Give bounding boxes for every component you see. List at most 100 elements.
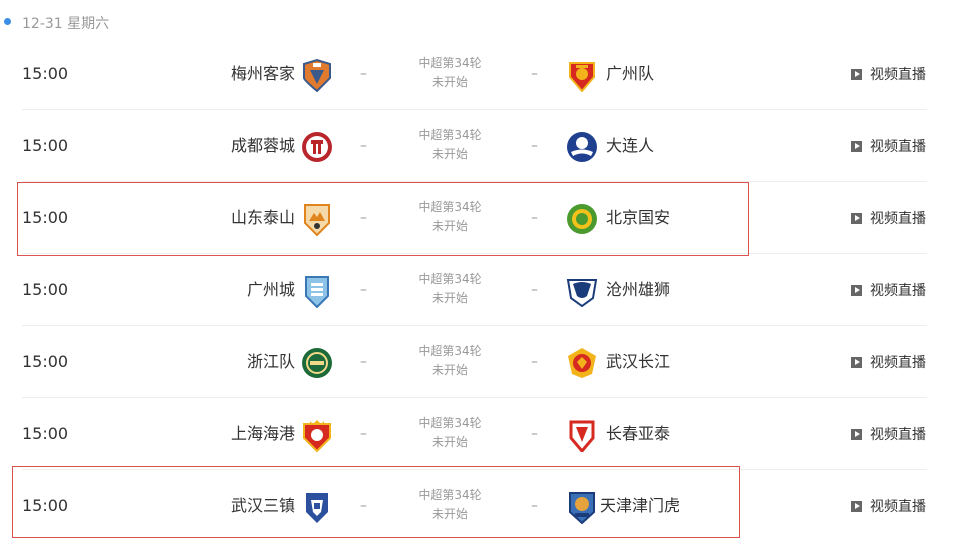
score-separator-right: – [531, 210, 538, 226]
meizhou-hakka-crest-icon[interactable] [300, 58, 334, 92]
home-team-name[interactable]: 浙江队 [247, 326, 295, 398]
score-separator-left: – [360, 210, 367, 226]
away-team-name[interactable]: 大连人 [606, 110, 654, 182]
score-separator-right: – [531, 66, 538, 82]
play-icon [851, 356, 862, 368]
play-icon [851, 68, 862, 80]
shanghai-port-crest-icon[interactable] [300, 418, 334, 452]
away-team-name[interactable]: 长春亚泰 [606, 398, 670, 470]
match-round: 中超第34轮 [418, 488, 482, 502]
play-icon [851, 428, 862, 440]
tianjin-jinmen-tiger-crest-icon[interactable] [565, 490, 599, 524]
score-separator-right: – [531, 354, 538, 370]
match-time: 15:00 [22, 280, 69, 299]
play-icon [851, 500, 862, 512]
score-separator-left: – [360, 426, 367, 442]
score-separator-right: – [531, 282, 538, 298]
match-info: 中超第34轮 未开始 [400, 126, 500, 164]
date-bullet-icon [4, 18, 11, 25]
score-separator-right: – [531, 498, 538, 514]
match-status: 未开始 [431, 507, 468, 521]
match-time: 15:00 [22, 208, 69, 227]
match-info: 中超第34轮 未开始 [400, 486, 500, 524]
home-team-name[interactable]: 山东泰山 [231, 182, 295, 254]
away-team-name[interactable]: 天津津门虎 [600, 470, 680, 542]
date-header: 12-31 星期六 [0, 8, 955, 36]
match-row: 15:00 武汉三镇 – 中超第34轮 未开始 – 天津津门虎 视频直播 [0, 470, 955, 542]
home-team-name[interactable]: 广州城 [247, 254, 295, 326]
chengdu-rongcheng-crest-icon[interactable] [300, 130, 334, 164]
match-time: 15:00 [22, 424, 69, 443]
match-time: 15:00 [22, 64, 69, 83]
video-live-label: 视频直播 [870, 211, 926, 227]
match-info: 中超第34轮 未开始 [400, 270, 500, 308]
score-separator-left: – [360, 354, 367, 370]
match-status: 未开始 [431, 291, 468, 305]
guangzhou-city-crest-icon[interactable] [300, 274, 334, 308]
match-status: 未开始 [431, 75, 468, 89]
video-live-link[interactable]: 视频直播 [851, 110, 926, 182]
match-status: 未开始 [431, 363, 468, 377]
video-live-link[interactable]: 视频直播 [851, 254, 926, 326]
match-status: 未开始 [431, 435, 468, 449]
zhejiang-fc-crest-icon[interactable] [300, 346, 334, 380]
match-time: 15:00 [22, 496, 69, 515]
away-team-name[interactable]: 北京国安 [606, 182, 670, 254]
play-icon [851, 140, 862, 152]
match-row: 15:00 广州城 – 中超第34轮 未开始 – 沧州雄狮 视频直播 [0, 254, 955, 326]
match-row: 15:00 梅州客家 – 中超第34轮 未开始 – 广州队 视频直播 [0, 38, 955, 110]
match-info: 中超第34轮 未开始 [400, 54, 500, 92]
changchun-yatai-crest-icon[interactable] [565, 418, 599, 452]
score-separator-left: – [360, 282, 367, 298]
away-team-name[interactable]: 广州队 [606, 38, 654, 110]
play-icon [851, 284, 862, 296]
match-info: 中超第34轮 未开始 [400, 414, 500, 452]
away-team-name[interactable]: 沧州雄狮 [606, 254, 670, 326]
video-live-label: 视频直播 [870, 355, 926, 371]
match-round: 中超第34轮 [418, 56, 482, 70]
play-icon [851, 212, 862, 224]
guangzhou-fc-crest-icon[interactable] [565, 58, 599, 92]
score-separator-left: – [360, 66, 367, 82]
video-live-link[interactable]: 视频直播 [851, 470, 926, 542]
match-time: 15:00 [22, 352, 69, 371]
match-info: 中超第34轮 未开始 [400, 198, 500, 236]
match-round: 中超第34轮 [418, 200, 482, 214]
match-round: 中超第34轮 [418, 272, 482, 286]
match-list: 15:00 梅州客家 – 中超第34轮 未开始 – 广州队 视频直播 15:00… [0, 38, 955, 542]
match-round: 中超第34轮 [418, 344, 482, 358]
home-team-name[interactable]: 武汉三镇 [231, 470, 295, 542]
shandong-taishan-crest-icon[interactable] [300, 202, 334, 236]
date-label: 12-31 星期六 [22, 16, 110, 32]
wuhan-yangtze-crest-icon[interactable] [565, 346, 599, 380]
score-separator-right: – [531, 426, 538, 442]
match-row: 15:00 浙江队 – 中超第34轮 未开始 – 武汉长江 视频直播 [0, 326, 955, 398]
home-team-name[interactable]: 上海海港 [231, 398, 295, 470]
match-time: 15:00 [22, 136, 69, 155]
match-row: 15:00 山东泰山 – 中超第34轮 未开始 – 北京国安 视频直播 [0, 182, 955, 254]
score-separator-left: – [360, 498, 367, 514]
match-info: 中超第34轮 未开始 [400, 342, 500, 380]
match-round: 中超第34轮 [418, 128, 482, 142]
away-team-name[interactable]: 武汉长江 [606, 326, 670, 398]
video-live-label: 视频直播 [870, 67, 926, 83]
home-team-name[interactable]: 成都蓉城 [231, 110, 295, 182]
wuhan-three-towns-crest-icon[interactable] [300, 490, 334, 524]
score-separator-left: – [360, 138, 367, 154]
dalian-pro-crest-icon[interactable] [565, 130, 599, 164]
video-live-label: 视频直播 [870, 139, 926, 155]
match-status: 未开始 [431, 147, 468, 161]
match-row: 15:00 成都蓉城 – 中超第34轮 未开始 – 大连人 视频直播 [0, 110, 955, 182]
video-live-link[interactable]: 视频直播 [851, 182, 926, 254]
match-row: 15:00 上海海港 – 中超第34轮 未开始 – 长春亚泰 视频直播 [0, 398, 955, 470]
home-team-name[interactable]: 梅州客家 [231, 38, 295, 110]
video-live-link[interactable]: 视频直播 [851, 38, 926, 110]
score-separator-right: – [531, 138, 538, 154]
video-live-link[interactable]: 视频直播 [851, 326, 926, 398]
video-live-label: 视频直播 [870, 499, 926, 515]
video-live-link[interactable]: 视频直播 [851, 398, 926, 470]
video-live-label: 视频直播 [870, 283, 926, 299]
match-round: 中超第34轮 [418, 416, 482, 430]
cangzhou-lions-crest-icon[interactable] [565, 274, 599, 308]
beijing-guoan-crest-icon[interactable] [565, 202, 599, 236]
